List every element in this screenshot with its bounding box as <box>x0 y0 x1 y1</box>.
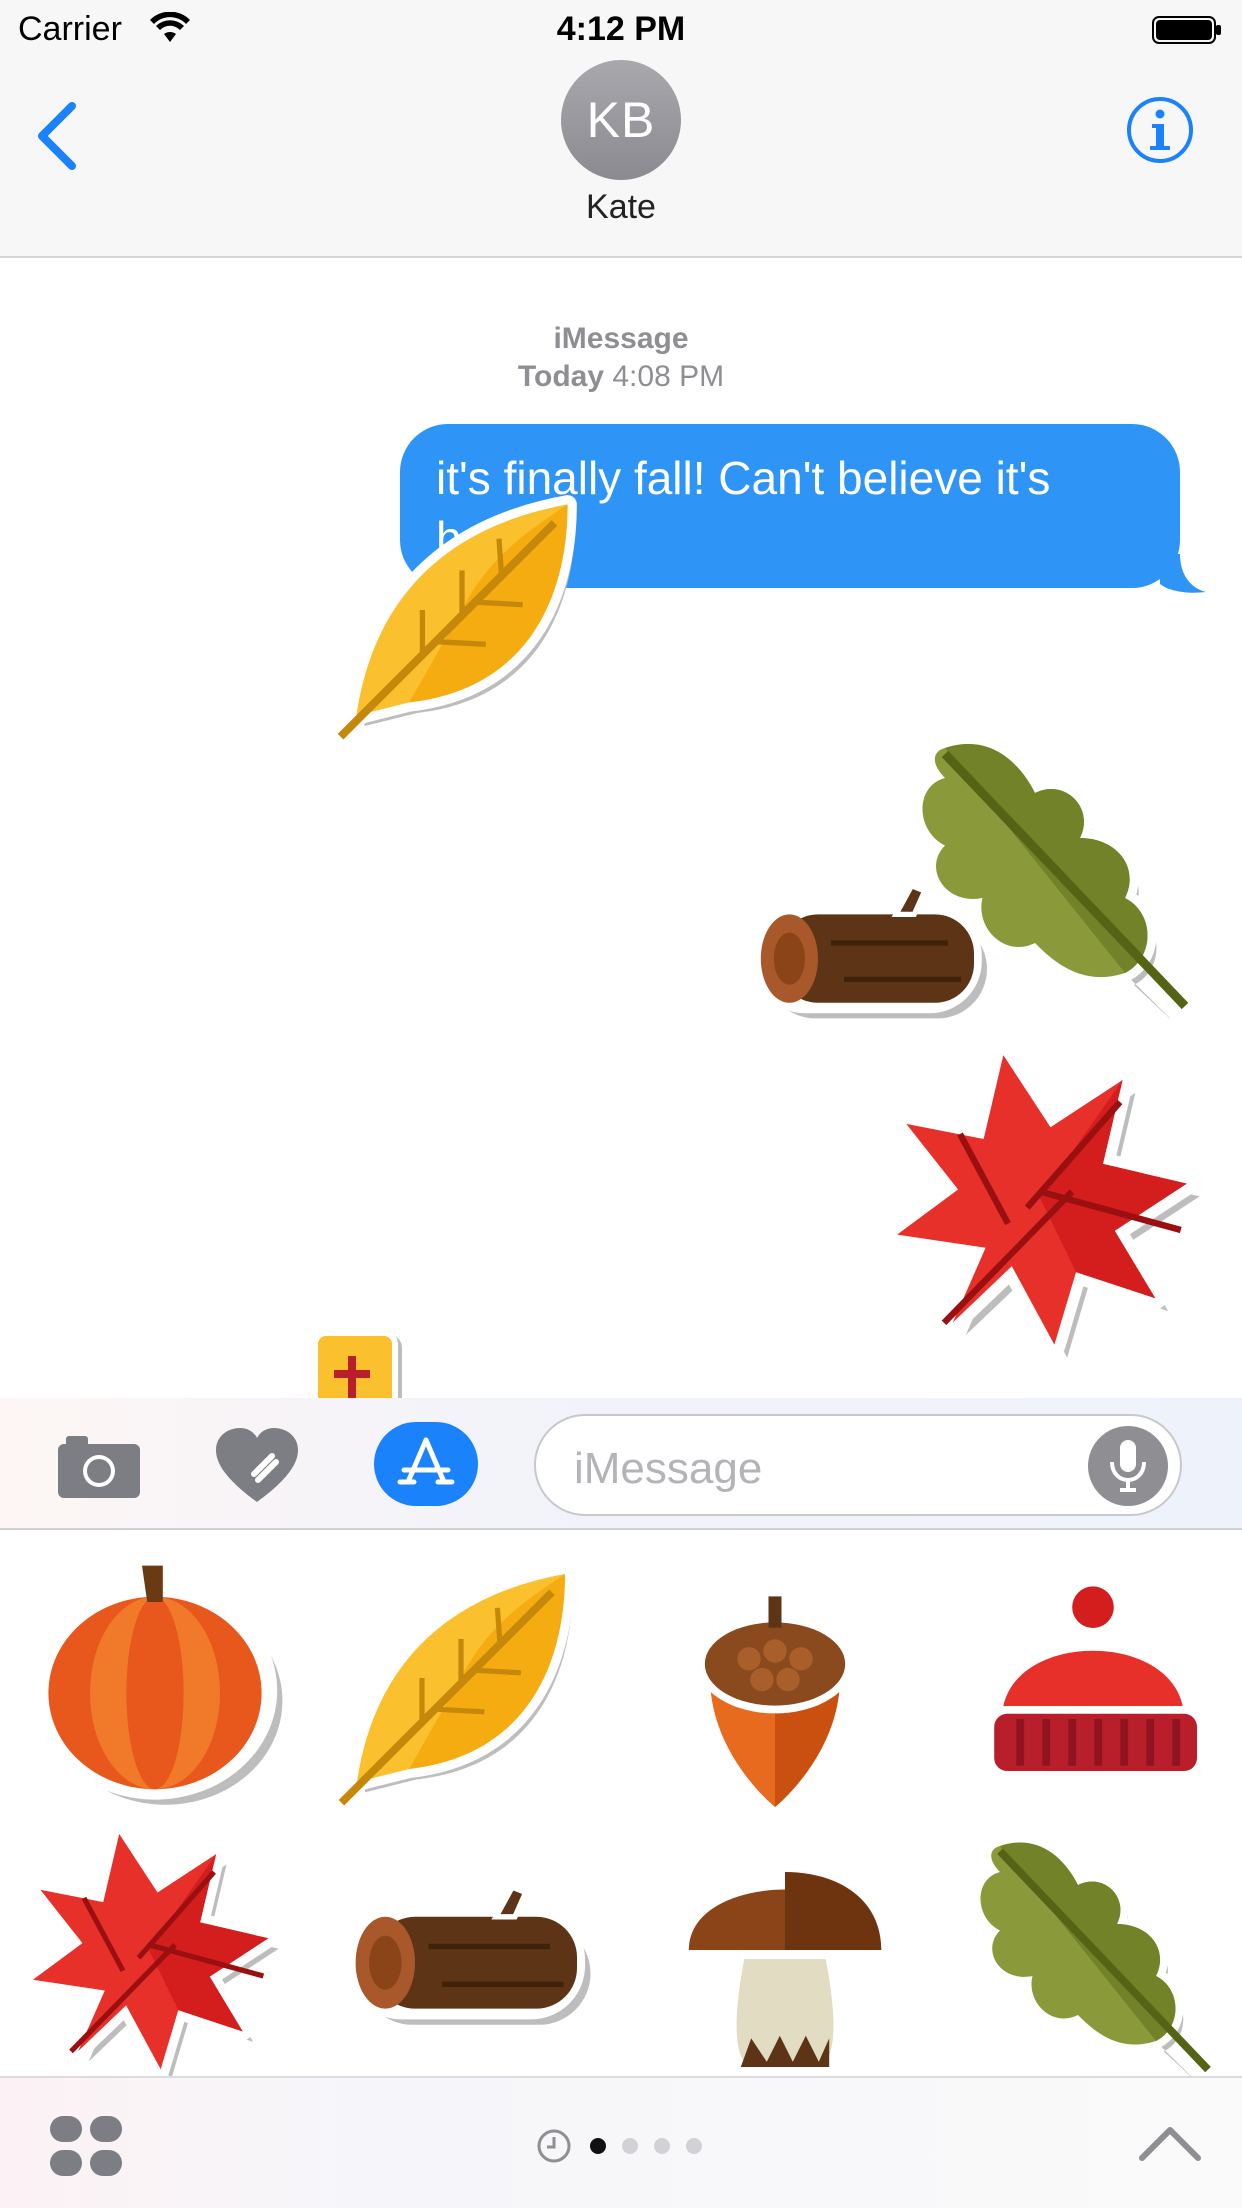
microphone-button[interactable] <box>1088 1426 1168 1506</box>
service-label: iMessage <box>553 322 689 355</box>
page-dot-active[interactable] <box>590 2138 606 2154</box>
message-thread[interactable]: iMessage Today 4:08 PM it's finally fall… <box>0 258 1242 1398</box>
chevron-up-icon[interactable] <box>1138 2120 1202 2166</box>
bubble-tail <box>1160 554 1206 593</box>
drawer-sticker-pumpkin[interactable] <box>20 1550 290 1810</box>
avatar[interactable]: KB <box>561 60 681 180</box>
info-icon[interactable] <box>1126 96 1194 164</box>
microphone-icon <box>1110 1440 1146 1492</box>
conversation-header: KB Kate <box>0 60 1242 258</box>
drawer-sticker-log[interactable] <box>334 1830 604 2090</box>
heart-icon[interactable] <box>214 1426 300 1506</box>
sticker-maple-leaf[interactable] <box>880 1038 1200 1358</box>
app-store-icon <box>397 1437 455 1485</box>
sticker-oak-leaf[interactable] <box>900 718 1200 1018</box>
timestamp-time: 4:08 PM <box>612 360 725 393</box>
timestamp-day: Today <box>517 360 605 393</box>
status-bar: Carrier 4:12 PM <box>0 0 1242 60</box>
clock-icon[interactable] <box>536 2128 572 2164</box>
chevron-left-icon[interactable] <box>28 96 88 176</box>
drawer-sticker-mushroom[interactable] <box>650 1820 920 2080</box>
message-input-placeholder: iMessage <box>574 1444 763 1493</box>
battery-icon <box>1152 16 1221 44</box>
message-input[interactable]: iMessage <box>534 1414 1182 1516</box>
app-drawer-bar <box>0 2076 1242 2208</box>
apps-grid-icon[interactable] <box>48 2114 124 2178</box>
camera-icon[interactable] <box>56 1432 142 1500</box>
drawer-sticker-maple-leaf[interactable] <box>14 1820 284 2080</box>
compose-toolbar: iMessage <box>0 1398 1242 1530</box>
message-timestamp: Today 4:08 PM <box>0 360 1242 394</box>
drawer-sticker-yellow-leaf[interactable] <box>326 1548 596 1808</box>
app-store-button[interactable] <box>374 1422 478 1506</box>
contact-name[interactable]: Kate <box>0 188 1242 227</box>
drawer-sticker-oak-leaf[interactable] <box>956 1820 1226 2080</box>
page-dot[interactable] <box>622 2138 638 2154</box>
page-dot[interactable] <box>686 2138 702 2154</box>
page-dot[interactable] <box>654 2138 670 2154</box>
status-time: 4:12 PM <box>556 10 686 48</box>
page-indicator[interactable] <box>536 2126 716 2166</box>
drawer-sticker-knit-hat[interactable] <box>958 1550 1228 1810</box>
sticker-partial[interactable] <box>312 1330 398 1398</box>
avatar-initials: KB <box>586 92 656 148</box>
sticker-yellow-leaf[interactable] <box>330 478 594 742</box>
drawer-sticker-acorn[interactable] <box>640 1560 910 1820</box>
sticker-drawer[interactable] <box>0 1530 1242 2076</box>
